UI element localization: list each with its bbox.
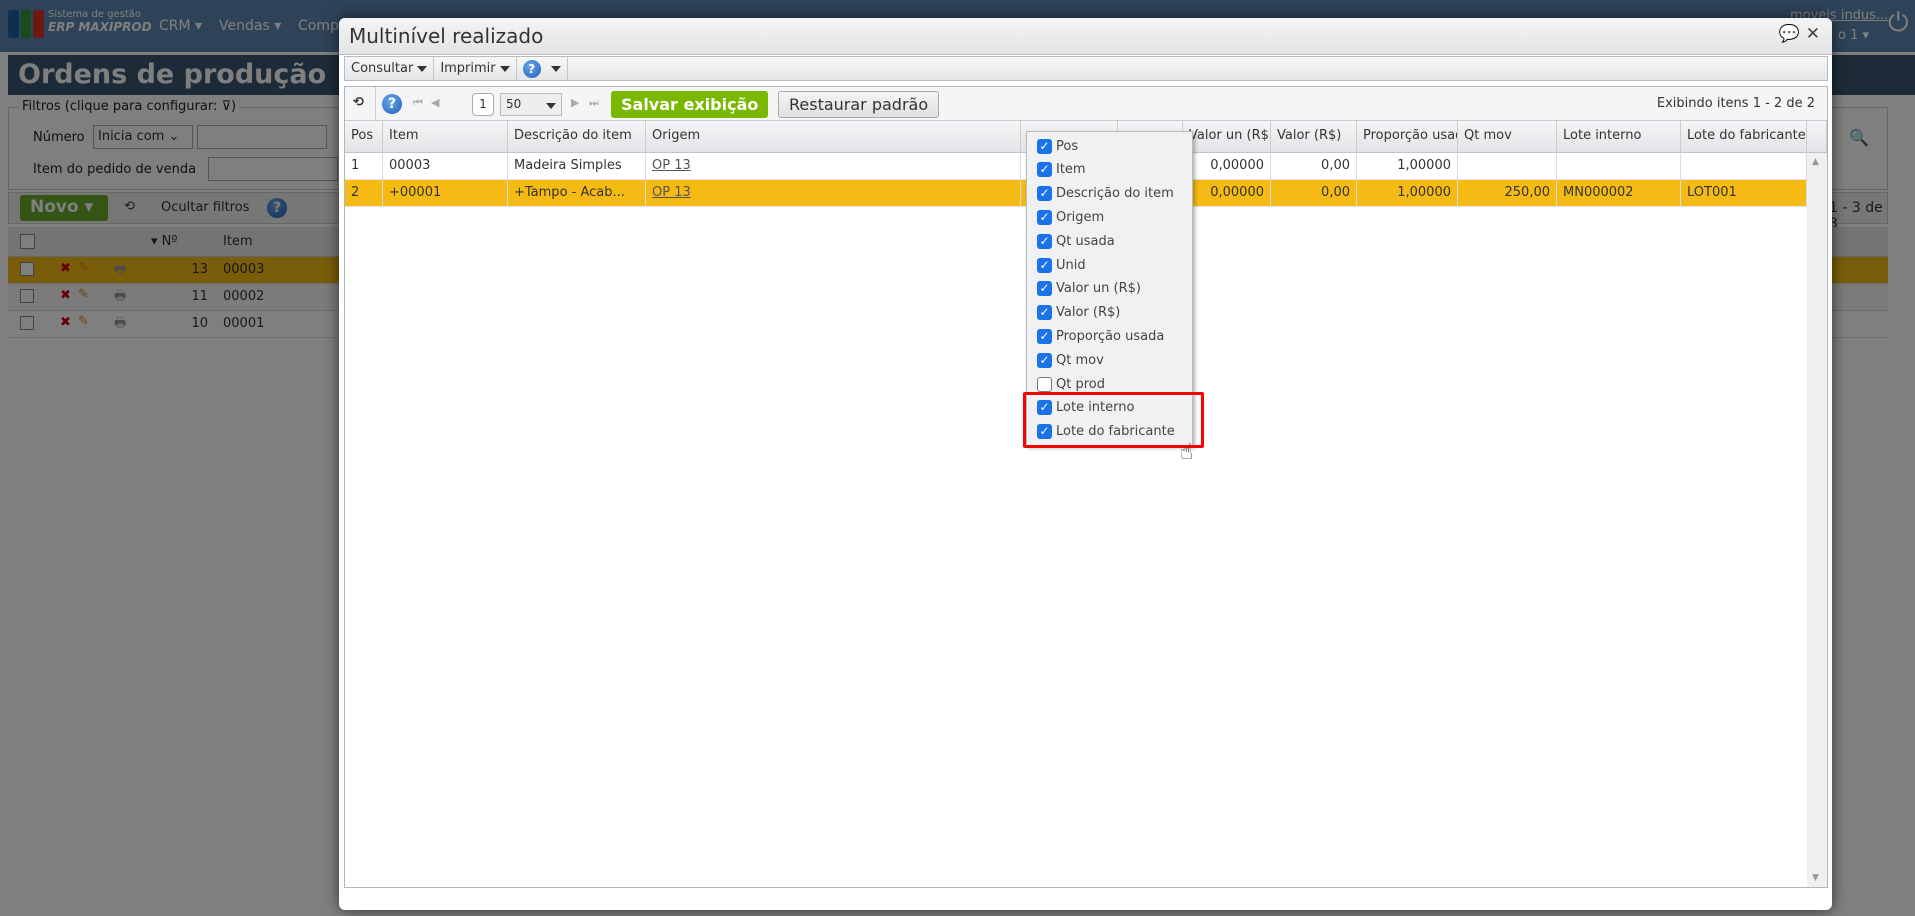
table-cell: 1,00000 xyxy=(1357,180,1458,207)
dialog-titlebar: Multinível realizado 💬 ✕ xyxy=(339,18,1832,55)
next-page-icon[interactable]: ▶ xyxy=(571,96,579,109)
column-header[interactable]: Lote interno xyxy=(1557,121,1681,153)
table-cell: Madeira Simples xyxy=(508,153,646,180)
annotation-highlight-box xyxy=(1023,392,1204,448)
checkbox[interactable] xyxy=(1037,376,1052,392)
checkbox[interactable]: ✓ xyxy=(1037,209,1052,225)
checkbox[interactable]: ✓ xyxy=(1037,233,1052,249)
column-header[interactable]: Qt mov xyxy=(1458,121,1557,153)
column-toggle-label: Unid xyxy=(1056,257,1086,273)
table-cell xyxy=(1557,153,1681,180)
restore-default-button[interactable]: Restaurar padrão xyxy=(778,91,940,118)
origem-link[interactable]: OP 13 xyxy=(646,180,1021,207)
column-header[interactable]: Item xyxy=(383,121,508,153)
table-cell xyxy=(1458,153,1557,180)
column-toggle-item[interactable]: ✓ Qt usada xyxy=(1037,230,1115,252)
column-toggle-label: Valor (R$) xyxy=(1056,305,1121,321)
checkbox[interactable]: ✓ xyxy=(1037,305,1052,321)
first-page-icon[interactable]: ⏮ xyxy=(413,96,423,110)
column-header[interactable]: Valor un (R$) xyxy=(1183,121,1271,153)
table-cell: 1,00000 xyxy=(1357,153,1458,180)
column-toggle-item[interactable]: ✓ Qt mov xyxy=(1037,349,1104,371)
column-toggle-label: Item xyxy=(1056,162,1086,178)
column-toggle-item[interactable]: ✓ Descrição do item xyxy=(1037,183,1174,205)
table-cell: 0,00000 xyxy=(1183,180,1271,207)
dialog-title: Multinível realizado xyxy=(349,24,544,48)
column-toggle-item[interactable]: ✓ Unid xyxy=(1037,254,1086,276)
column-header[interactable]: Descrição do item xyxy=(508,121,646,153)
column-menu-trigger[interactable] xyxy=(1807,121,1827,153)
table-cell: 250,00 xyxy=(1458,180,1557,207)
column-header[interactable]: Valor (R$) xyxy=(1271,121,1357,153)
column-toggle-item[interactable]: ✓ Pos xyxy=(1037,135,1078,157)
scroll-down-icon: ▼ xyxy=(1812,873,1819,883)
comment-icon[interactable]: 💬 xyxy=(1779,24,1800,44)
close-icon[interactable]: ✕ xyxy=(1806,24,1820,44)
menu-consultar[interactable]: Consultar xyxy=(345,57,435,80)
column-toggle-label: Descrição do item xyxy=(1056,186,1174,202)
help-icon[interactable]: ? xyxy=(382,94,402,114)
dialog-menubar: Consultar Imprimir ? xyxy=(344,56,1828,81)
column-header[interactable]: Origem xyxy=(646,121,1021,153)
table-cell xyxy=(1681,153,1807,180)
table-cell: 1 xyxy=(345,153,383,180)
checkbox[interactable]: ✓ xyxy=(1037,162,1052,178)
origem-link[interactable]: OP 13 xyxy=(646,153,1021,180)
table-cell: 0,00 xyxy=(1271,153,1357,180)
table-cell: +00001 xyxy=(383,180,508,207)
table-cell: 00003 xyxy=(383,153,508,180)
save-view-button[interactable]: Salvar exibição xyxy=(611,91,769,118)
column-toggle-item[interactable]: ✓ Origem xyxy=(1037,206,1104,228)
grid-toolbar: ⟲ ? ⏮ ◀ 1 50 ▶ ⏭ Salvar exibição Restaur… xyxy=(345,87,1827,121)
column-toggle-label: Proporção usada xyxy=(1056,328,1165,344)
checkbox[interactable]: ✓ xyxy=(1037,257,1052,273)
checkbox[interactable]: ✓ xyxy=(1037,281,1052,297)
table-cell: MN000002 xyxy=(1557,180,1681,207)
prev-page-icon[interactable]: ◀ xyxy=(431,96,439,109)
column-toggle-item[interactable]: ✓ Proporção usada xyxy=(1037,325,1164,347)
last-page-icon[interactable]: ⏭ xyxy=(589,96,599,110)
column-toggle-label: Origem xyxy=(1056,209,1105,225)
table-cell: LOT001 xyxy=(1681,180,1807,207)
column-header[interactable]: Pos xyxy=(345,121,383,153)
column-toggle-label: Valor un (R$) xyxy=(1056,281,1141,297)
column-toggle-item[interactable]: ✓ Valor un (R$) xyxy=(1037,278,1141,300)
column-header[interactable]: Lote do fabricante xyxy=(1681,121,1807,153)
refresh-icon[interactable]: ⟲ xyxy=(353,95,364,110)
vertical-scrollbar[interactable]: ▲ ▼ xyxy=(1807,153,1827,887)
column-header[interactable]: Proporção usada xyxy=(1357,121,1458,153)
hand-cursor-icon: ☝ xyxy=(1180,440,1194,465)
checkbox[interactable]: ✓ xyxy=(1037,186,1052,202)
checkbox[interactable]: ✓ xyxy=(1037,352,1052,368)
column-toggle-item[interactable]: ✓ Valor (R$) xyxy=(1037,302,1120,324)
menu-help[interactable]: ? xyxy=(517,57,568,80)
table-cell: 0,00 xyxy=(1271,180,1357,207)
items-status: Exibindo itens 1 - 2 de 2 xyxy=(1656,96,1815,111)
checkbox[interactable]: ✓ xyxy=(1037,328,1052,344)
table-cell: 0,00000 xyxy=(1183,153,1271,180)
column-toggle-label: Qt prod xyxy=(1056,376,1105,392)
menu-imprimir[interactable]: Imprimir xyxy=(434,57,517,80)
help-icon: ? xyxy=(522,59,541,78)
column-toggle-label: Qt mov xyxy=(1056,352,1104,368)
page-size-select[interactable]: 50 xyxy=(500,93,562,116)
column-toggle-label: Pos xyxy=(1056,138,1079,154)
table-cell: +Tampo - Acab... xyxy=(508,180,646,207)
scroll-up-icon: ▲ xyxy=(1812,157,1819,167)
page-input[interactable]: 1 xyxy=(472,93,494,116)
column-toggle-item[interactable]: ✓ Item xyxy=(1037,159,1086,181)
table-cell: 2 xyxy=(345,180,383,207)
checkbox[interactable]: ✓ xyxy=(1037,138,1052,154)
column-toggle-label: Qt usada xyxy=(1056,233,1115,249)
